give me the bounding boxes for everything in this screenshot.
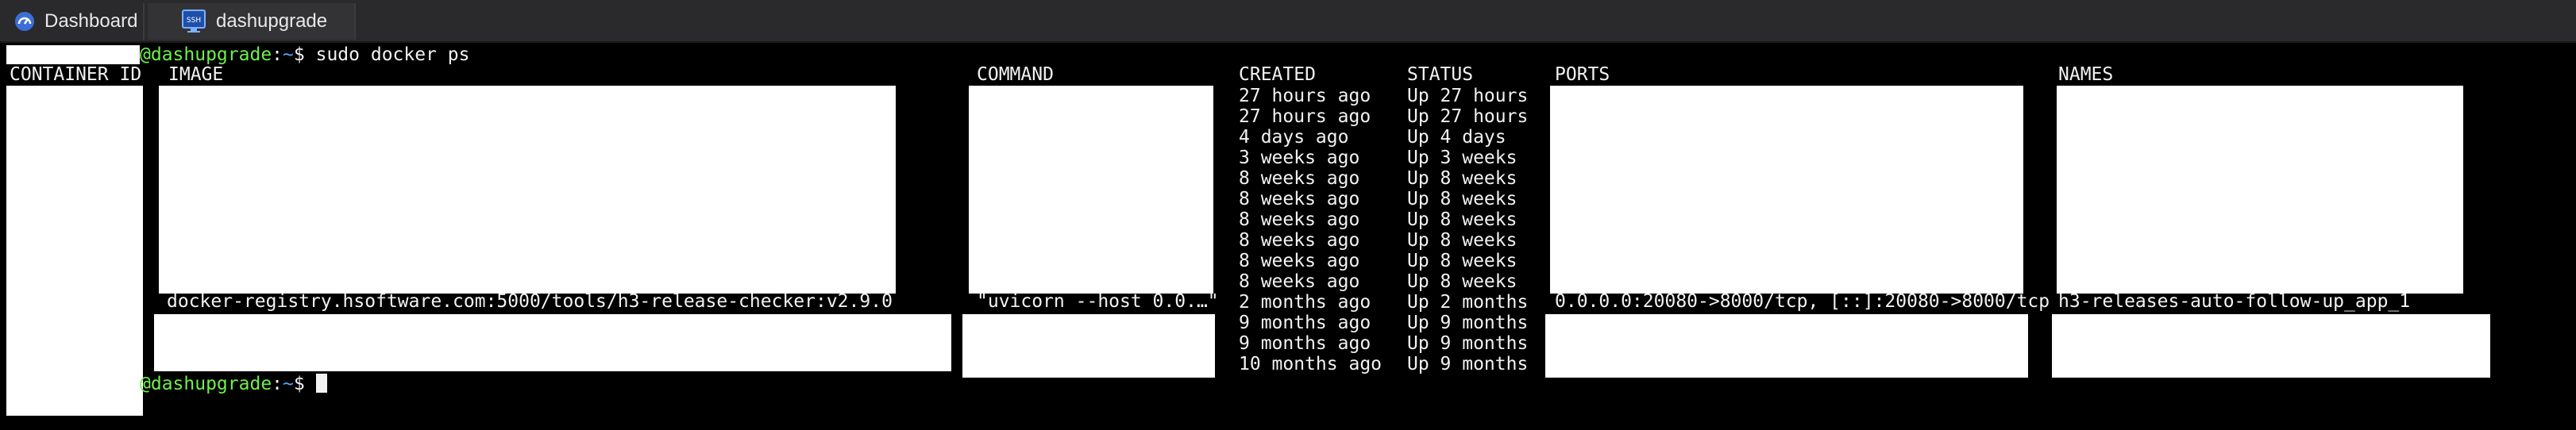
created-cell: 3 weeks ago	[1239, 148, 1360, 168]
status-column: Up 27 hours Up 27 hours Up 4 days Up 3 week…	[1407, 86, 1528, 374]
redacted-names-lower	[2052, 314, 2490, 378]
redacted-commands-lower	[962, 314, 1215, 378]
row-names: h3-releases-auto-follow-up_app_1	[2058, 291, 2411, 312]
status-cell: Up 8 weeks	[1407, 271, 1517, 292]
ssh-terminal-icon: SSH	[181, 9, 206, 34]
created-cell: 8 weeks ago	[1239, 271, 1360, 292]
created-cell: 8 weeks ago	[1239, 189, 1360, 209]
status-cell: Up 4 days	[1407, 127, 1506, 148]
prompt-line-2[interactable]: @dashupgrade:~$	[140, 374, 327, 394]
prompt-path-2: ~	[283, 374, 294, 394]
created-cell: 10 months ago	[1239, 354, 1382, 374]
redacted-container-ids	[6, 86, 143, 416]
prompt-host: @dashupgrade	[140, 44, 272, 65]
tab-dashupgrade[interactable]: SSH dashupgrade	[148, 3, 356, 40]
text-cursor	[315, 374, 327, 393]
header-container-id: CONTAINER ID	[10, 64, 142, 85]
header-created: CREATED	[1239, 64, 1316, 85]
row-command: "uvicorn --host 0.0.…"	[977, 291, 1219, 312]
status-cell: Up 8 weeks	[1407, 230, 1517, 251]
status-cell: Up 27 hours	[1407, 86, 1529, 106]
created-cell: 9 months ago	[1239, 333, 1371, 354]
redacted-ports-lower	[1545, 314, 2028, 378]
header-status: STATUS	[1407, 64, 1474, 85]
header-image: IMAGE	[168, 64, 224, 85]
created-cell: 8 weeks ago	[1239, 251, 1360, 271]
redacted-username-2	[6, 376, 140, 395]
status-cell: Up 8 weeks	[1407, 168, 1517, 189]
redacted-images-upper	[159, 86, 896, 294]
tab-dashboard-label: Dashboard	[44, 10, 138, 32]
header-ports: PORTS	[1555, 64, 1610, 85]
created-cell: 8 weeks ago	[1239, 230, 1360, 251]
command-text: sudo docker ps	[315, 44, 470, 65]
prompt-symbol: $	[293, 44, 305, 65]
row-ports: 0.0.0.0:20080->8000/tcp, [::]:20080->800…	[1555, 291, 2050, 312]
created-cell: 9 months ago	[1239, 313, 1371, 333]
created-cell: 2 months ago	[1239, 292, 1371, 313]
created-cell: 8 weeks ago	[1239, 168, 1360, 189]
created-cell: 27 hours ago	[1239, 86, 1371, 106]
created-column: 27 hours ago 27 hours ago 4 days ago 3 week…	[1239, 86, 1382, 374]
status-cell: Up 2 months	[1407, 292, 1529, 313]
prompt-path: ~	[283, 44, 294, 65]
created-cell: 8 weeks ago	[1239, 209, 1360, 230]
status-cell: Up 27 hours	[1407, 106, 1529, 127]
terminal-output[interactable]: @dashupgrade:~$ sudo docker ps CONTAINER…	[0, 43, 2576, 430]
ssh-icon-text: SSH	[187, 17, 201, 25]
status-cell: Up 9 months	[1407, 354, 1529, 374]
redacted-images-lower	[154, 314, 951, 371]
created-cell: 4 days ago	[1239, 127, 1349, 148]
redacted-username	[6, 45, 140, 64]
redacted-ports-upper	[1550, 86, 2023, 294]
status-cell: Up 8 weeks	[1407, 189, 1517, 209]
status-cell: Up 8 weeks	[1407, 209, 1517, 230]
dashboard-gauge-icon	[14, 11, 35, 32]
redacted-commands-upper	[969, 86, 1213, 294]
prompt-separator: :	[272, 44, 283, 65]
redacted-names-upper	[2057, 86, 2463, 294]
header-names: NAMES	[2058, 64, 2114, 85]
status-cell: Up 9 months	[1407, 333, 1529, 354]
status-cell: Up 3 weeks	[1407, 148, 1517, 168]
tab-dashboard[interactable]: Dashboard	[0, 3, 145, 40]
created-cell: 27 hours ago	[1239, 106, 1371, 127]
prompt-host-2: @dashupgrade	[140, 374, 272, 394]
prompt-symbol-2: $	[293, 374, 305, 394]
prompt-line: @dashupgrade:~$ sudo docker ps	[140, 44, 469, 65]
tab-bar: Dashboard SSH dashupgrade	[0, 0, 2576, 43]
row-image: docker-registry.hsoftware.com:5000/tools…	[167, 291, 893, 312]
tab-dashupgrade-label: dashupgrade	[216, 10, 328, 32]
status-cell: Up 9 months	[1407, 313, 1529, 333]
status-cell: Up 8 weeks	[1407, 251, 1517, 271]
prompt-separator-2: :	[272, 374, 283, 394]
header-command: COMMAND	[977, 64, 1054, 85]
